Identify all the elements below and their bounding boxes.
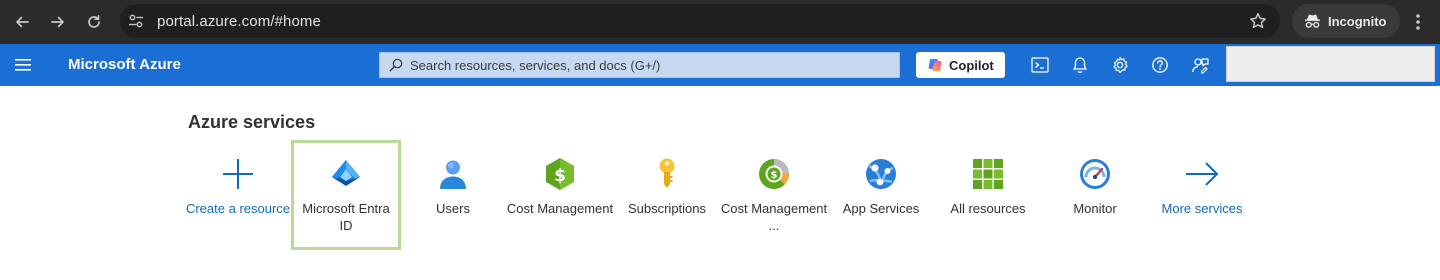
cost-management-tile[interactable]: $ Cost Management [505, 140, 615, 250]
back-button[interactable] [7, 7, 37, 37]
copilot-button[interactable]: Copilot [916, 52, 1005, 78]
tile-label: Microsoft Entra ID [302, 201, 390, 233]
app-services-tile[interactable]: App Services [826, 140, 936, 250]
arrow-left-icon [16, 16, 29, 28]
browser-toolbar: portal.azure.com/#home Incognito [0, 0, 1440, 44]
cost-management-billing-tile[interactable]: $ Cost Management ... [719, 140, 829, 250]
cost-management-icon: $ [543, 157, 577, 191]
global-search[interactable] [379, 52, 900, 78]
azure-services-list: Create a resource Microsoft Entra ID Use… [183, 140, 1263, 252]
help-button[interactable] [1150, 55, 1170, 75]
tile-label: Users [436, 201, 470, 216]
incognito-icon [1305, 14, 1320, 28]
grid-icon [971, 157, 1005, 191]
arrow-right-icon [1185, 157, 1219, 191]
hamburger-menu-icon[interactable] [14, 57, 34, 73]
reload-icon [88, 14, 100, 28]
help-icon [1152, 57, 1168, 73]
cost-analysis-icon: $ [757, 157, 791, 191]
notifications-button[interactable] [1070, 55, 1090, 75]
all-resources-tile[interactable]: All resources [933, 140, 1043, 250]
cloud-shell-button[interactable] [1030, 55, 1050, 75]
svg-text:$: $ [554, 166, 566, 186]
feedback-icon [1191, 58, 1209, 74]
feedback-button[interactable] [1190, 55, 1210, 75]
tile-label: Create a resource [185, 201, 291, 216]
microsoft-entra-id-tile[interactable]: Microsoft Entra ID [291, 140, 401, 250]
tile-label: All resources [950, 201, 1026, 216]
tile-label: More services [1161, 201, 1243, 216]
search-input[interactable] [410, 56, 890, 75]
plus-icon [221, 157, 255, 191]
azure-services-heading: Azure services [188, 112, 316, 132]
address-bar[interactable]: portal.azure.com/#home [120, 4, 1280, 38]
incognito-label: Incognito [1328, 14, 1387, 29]
app-services-icon [864, 157, 898, 191]
arrow-right-icon [51, 16, 64, 28]
svg-text:$: $ [771, 170, 778, 181]
terminal-icon [1031, 57, 1049, 73]
search-icon [389, 58, 403, 72]
subscriptions-tile[interactable]: Subscriptions [612, 140, 722, 250]
create-resource-tile[interactable]: Create a resource [183, 140, 293, 250]
more-menu-icon[interactable] [1408, 11, 1428, 33]
tile-label: Monitor [1073, 201, 1117, 216]
settings-button[interactable] [1110, 55, 1130, 75]
tile-label: Cost Management ... [720, 201, 828, 233]
monitor-gauge-icon [1078, 157, 1112, 191]
entra-id-icon [329, 157, 363, 191]
site-settings-icon[interactable] [128, 13, 144, 29]
azure-top-bar: Microsoft Azure Copilot [0, 44, 1440, 86]
tile-label: Subscriptions [627, 201, 707, 216]
users-tile[interactable]: Users [398, 140, 508, 250]
monitor-tile[interactable]: Monitor [1040, 140, 1150, 250]
bell-icon [1073, 57, 1087, 74]
copilot-icon [928, 59, 942, 71]
users-icon [436, 157, 470, 191]
copilot-label: Copilot [949, 58, 994, 73]
portal-brand-link[interactable]: Microsoft Azure [68, 56, 181, 73]
gear-icon [1113, 56, 1128, 74]
forward-button[interactable] [43, 7, 73, 37]
incognito-badge[interactable]: Incognito [1292, 4, 1400, 38]
key-icon [650, 157, 684, 191]
bookmark-star-icon[interactable] [1249, 12, 1267, 30]
reload-button[interactable] [79, 7, 109, 37]
url-text[interactable]: portal.azure.com/#home [157, 13, 321, 30]
tile-label: Cost Management [506, 201, 614, 216]
tile-label: App Services [842, 201, 920, 216]
account-menu[interactable] [1226, 46, 1435, 82]
more-services-tile[interactable]: More services [1147, 140, 1257, 250]
